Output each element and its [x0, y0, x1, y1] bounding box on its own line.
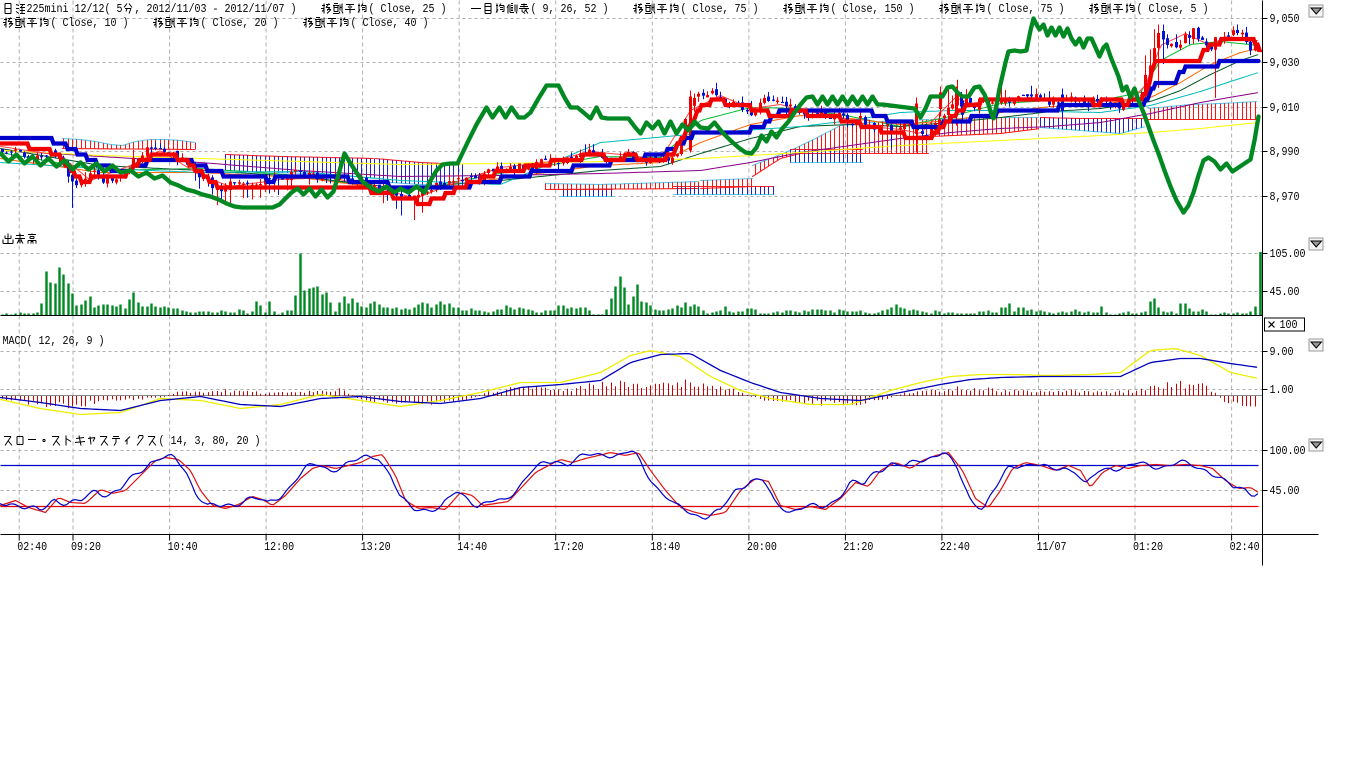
svg-text:14:40: 14:40 [457, 540, 487, 554]
svg-text:10:40: 10:40 [168, 540, 198, 554]
svg-text:9,050: 9,050 [1270, 12, 1300, 26]
svg-text:100.00: 100.00 [1270, 444, 1306, 458]
svg-text:( Close, 150 ): ( Close, 150 ) [831, 2, 939, 16]
svg-text:225mini 12/12( 5: 225mini 12/12( 5 [27, 2, 123, 16]
svg-text:22:40: 22:40 [940, 540, 970, 554]
svg-text:1.00: 1.00 [1270, 383, 1294, 397]
svg-text:45.00: 45.00 [1270, 285, 1300, 299]
svg-text:( Close, 25 ): ( Close, 25 ) [369, 2, 471, 16]
svg-text:02:40: 02:40 [1230, 540, 1260, 554]
svg-text:( Close, 40 ): ( Close, 40 ) [351, 16, 429, 30]
svg-text:( Close, 5 ): ( Close, 5 ) [1137, 2, 1209, 16]
svg-text:105.00: 105.00 [1270, 247, 1306, 261]
svg-text:13:20: 13:20 [361, 540, 391, 554]
svg-text:( 14, 3, 80, 20 ): ( 14, 3, 80, 20 ) [159, 434, 261, 448]
svg-text:12:00: 12:00 [264, 540, 294, 554]
svg-text:100: 100 [1280, 318, 1298, 332]
svg-text:09:20: 09:20 [71, 540, 101, 554]
svg-text:02:40: 02:40 [17, 540, 47, 554]
svg-text:21:20: 21:20 [843, 540, 873, 554]
svg-text:8,990: 8,990 [1270, 145, 1300, 159]
svg-text:( 9, 26, 52 ): ( 9, 26, 52 ) [531, 2, 633, 16]
svg-text:( Close, 20 ): ( Close, 20 ) [201, 16, 303, 30]
svg-text:17:20: 17:20 [554, 540, 584, 554]
svg-text:( Close, 75 ): ( Close, 75 ) [681, 2, 783, 16]
svg-text:9,010: 9,010 [1270, 101, 1300, 115]
svg-text:9.00: 9.00 [1270, 345, 1294, 359]
svg-text:( Close, 10 ): ( Close, 10 ) [51, 16, 153, 30]
svg-text:8,970: 8,970 [1270, 190, 1300, 204]
svg-text:9,030: 9,030 [1270, 56, 1300, 70]
svg-text:20:00: 20:00 [747, 540, 777, 554]
svg-text:( Close, 75 ): ( Close, 75 ) [987, 2, 1089, 16]
svg-text:, 2012/11/03 - 2012/11/07 ): , 2012/11/03 - 2012/11/07 ) [135, 2, 321, 16]
svg-text:11/07: 11/07 [1037, 540, 1067, 554]
svg-text:01:20: 01:20 [1133, 540, 1163, 554]
svg-text:45.00: 45.00 [1270, 484, 1300, 498]
svg-text:18:40: 18:40 [650, 540, 680, 554]
svg-text:MACD( 12, 26, 9 ): MACD( 12, 26, 9 ) [3, 334, 105, 348]
